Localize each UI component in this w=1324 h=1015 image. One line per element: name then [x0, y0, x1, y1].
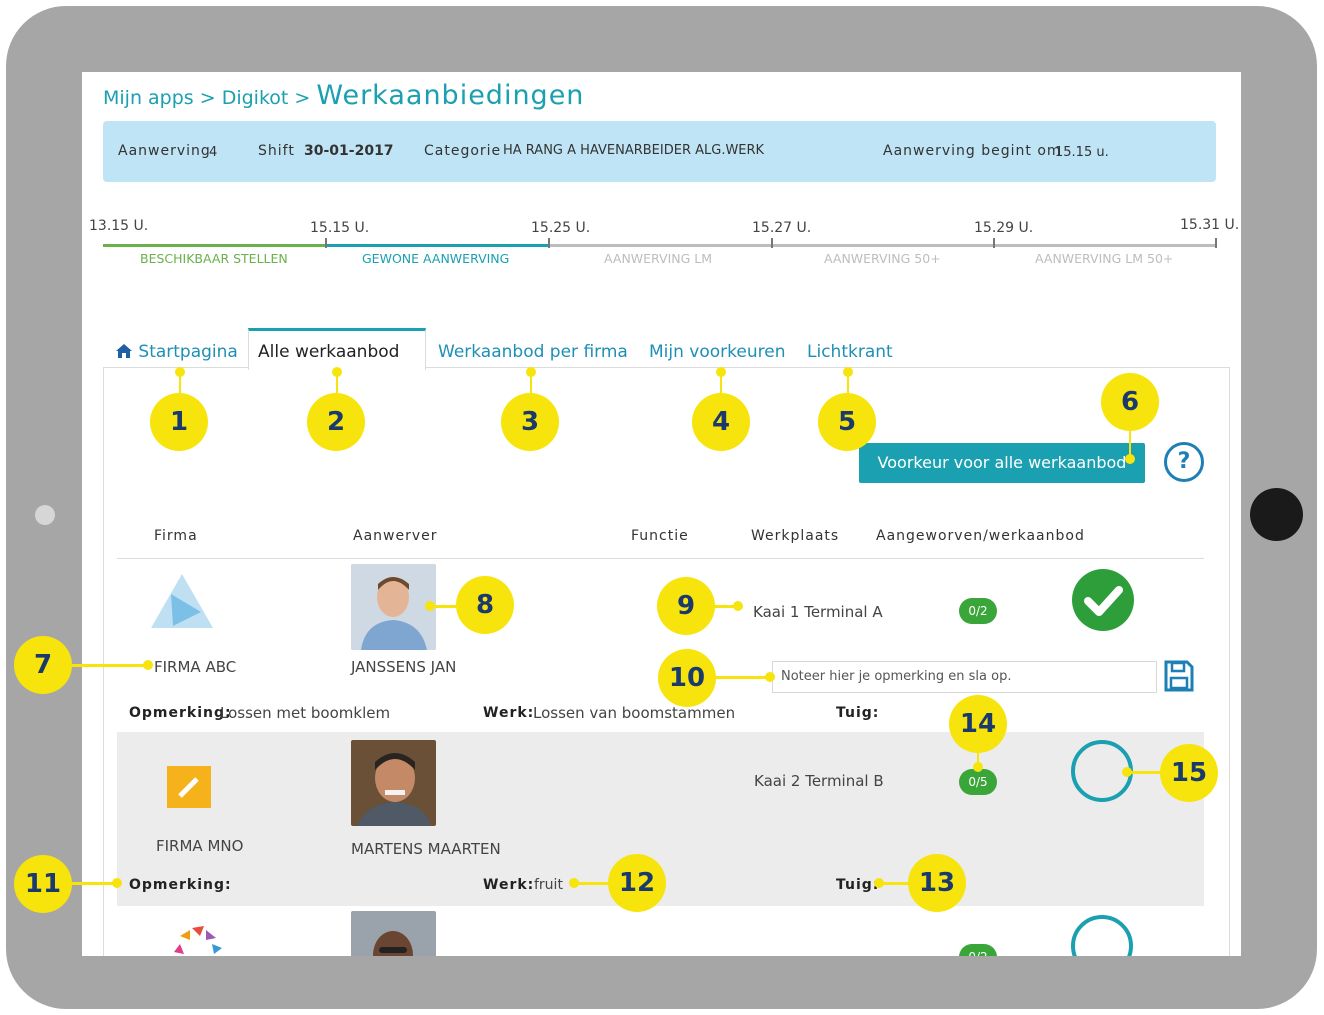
werk-label: Werk:: [483, 705, 535, 721]
timeline-time: 15.31 U.: [1180, 217, 1240, 233]
werk-value: Lossen van boomstammen: [533, 704, 736, 722]
tab-label: Mijn voorkeuren: [649, 342, 786, 362]
recruiter-photo: [351, 564, 436, 650]
tab-label: Alle werkaanbod: [258, 342, 400, 362]
callout-badge: 2: [307, 393, 365, 451]
header-divider: [117, 558, 1204, 559]
timeline-time: 15.27 U.: [752, 220, 812, 236]
timeline-tick: [548, 238, 550, 248]
callout-badge: 4: [692, 393, 750, 451]
save-icon[interactable]: [1164, 660, 1194, 692]
col-header-werkplaats: Werkplaats: [751, 528, 840, 544]
phase-lm-50plus: AANWERVING LM 50+: [1035, 251, 1174, 266]
tablet-camera: [1250, 488, 1303, 541]
aanwerving-value: 4: [209, 145, 218, 160]
timeline-time: 15.25 U.: [531, 220, 591, 236]
callout-badge: 1: [150, 393, 208, 451]
count-badge: 0/5: [959, 769, 997, 795]
recruitment-info-bar: Aanwerving 4 Shift 30-01-2017 Categorie …: [103, 121, 1216, 182]
begint-value: 15.15 u.: [1055, 145, 1109, 160]
timeline-time: 15.29 U.: [974, 220, 1034, 236]
col-header-functie: Functie: [631, 528, 689, 544]
firma-name: FIRMA MNO: [156, 837, 244, 855]
timeline-time: 15.15 U.: [310, 220, 370, 236]
opmerking-value: Lossen met boomklem: [220, 704, 391, 722]
tab-label: Lichtkrant: [807, 342, 893, 362]
recruiter-photo: [351, 740, 436, 826]
callout-badge: 12: [608, 854, 666, 912]
phase-50plus: AANWERVING 50+: [824, 251, 941, 266]
tuig-label: Tuig:: [836, 877, 880, 893]
callout-badge: 10: [658, 649, 716, 707]
recruiter-name: MARTENS MAARTEN: [351, 840, 501, 858]
tablet-home-dot: [35, 505, 55, 525]
categorie-value: HA RANG A HAVENARBEIDER ALG.WERK: [503, 143, 765, 158]
callout-badge: 13: [908, 854, 966, 912]
tuig-label: Tuig:: [836, 705, 880, 721]
recruiter-photo: [351, 911, 436, 956]
shift-value: 30-01-2017: [304, 143, 394, 159]
begint-label: Aanwerving begint om: [883, 143, 1062, 159]
firma-abc-logo: [151, 574, 213, 628]
tab-alle-werkaanbod[interactable]: Alle werkaanbod: [258, 342, 399, 362]
recruiter-name: JANSSENS JAN: [351, 658, 457, 676]
count-badge: 0/2: [959, 598, 997, 624]
callout-badge: 14: [949, 695, 1007, 753]
opmerking-label: Opmerking:: [129, 877, 232, 893]
callout-badge: 9: [657, 577, 715, 635]
home-icon: [116, 344, 132, 358]
callout-badge: 3: [501, 393, 559, 451]
timeline-tick: [771, 238, 773, 248]
timeline-tick: [993, 238, 995, 248]
page-title: Werkaanbiedingen: [316, 80, 585, 111]
col-header-aangeworven: Aangeworven/werkaanbod: [876, 528, 1085, 544]
timeline-segment-current: [325, 244, 548, 247]
aanwerving-label: Aanwerving: [118, 143, 211, 159]
tab-lichtkrant[interactable]: Lichtkrant: [807, 342, 893, 362]
note-input[interactable]: Noteer hier je opmerking en sla op.: [772, 661, 1157, 693]
tab-label: Werkaanbod per firma: [438, 342, 628, 362]
callout-badge: 11: [14, 855, 72, 913]
werkplaats: Kaai 1 Terminal A: [753, 603, 883, 621]
col-header-firma: Firma: [154, 528, 198, 544]
werk-value: fruit: [534, 877, 563, 893]
phase-beschikbaar: BESCHIKBAAR STELLEN: [140, 251, 288, 266]
timeline-segment-pending: [548, 244, 1216, 247]
check-circle-icon[interactable]: [1072, 569, 1134, 631]
timeline-tick: [325, 238, 327, 248]
tab-mijn-voorkeuren[interactable]: Mijn voorkeuren: [649, 342, 785, 362]
screen: Mijn apps > Digikot > Werkaanbiedingen A…: [82, 72, 1241, 956]
count-badge: 0/2: [959, 944, 997, 956]
callout-badge: 8: [456, 576, 514, 634]
firma-mno-logo: [167, 766, 211, 808]
werk-label: Werk:: [483, 877, 535, 893]
opmerking-label: Opmerking:: [129, 705, 232, 721]
firma-name: FIRMA ABC: [154, 658, 237, 676]
preference-all-button[interactable]: Voorkeur voor alle werkaanbod: [859, 443, 1145, 483]
tab-werkaanbod-per-firma[interactable]: Werkaanbod per firma: [438, 342, 628, 362]
callout-badge: 15: [1160, 744, 1218, 802]
col-header-aanwerver: Aanwerver: [353, 528, 438, 544]
callout-badge: 5: [818, 393, 876, 451]
callout-badge: 6: [1101, 373, 1159, 431]
werkplaats: Kaai 2 Terminal B: [754, 772, 884, 790]
phase-gewone: GEWONE AANWERVING: [362, 251, 510, 266]
timeline-time: 13.15 U.: [89, 218, 149, 234]
shift-label: Shift: [258, 143, 295, 159]
breadcrumb: Mijn apps > Digikot > Werkaanbiedingen: [103, 80, 584, 111]
help-icon[interactable]: ?: [1164, 442, 1204, 482]
phase-lm: AANWERVING LM: [604, 251, 713, 266]
timeline-tick: [1215, 238, 1217, 248]
breadcrumb-path[interactable]: Mijn apps > Digikot >: [103, 87, 310, 109]
timeline-segment-done: [103, 244, 325, 247]
tab-label: Startpagina: [138, 342, 238, 362]
callout-badge: 7: [14, 636, 72, 694]
categorie-label: Categorie: [424, 143, 502, 159]
tab-startpagina[interactable]: Startpagina: [115, 342, 238, 362]
firma-logo: [174, 926, 222, 954]
